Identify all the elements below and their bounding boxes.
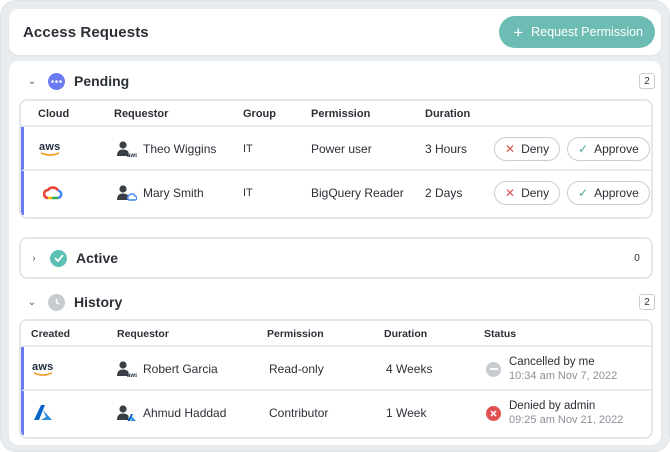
duration-cell: 2 Days xyxy=(425,186,463,200)
col-status: Status xyxy=(484,328,517,340)
col-requestor: Requestor xyxy=(114,108,169,120)
requests-panel: ⌄ Pending 2 Cloud Requestor Group Permis… xyxy=(9,61,661,445)
requestor-cell: Mary Smith xyxy=(117,171,204,215)
history-count-badge: 2 xyxy=(639,294,655,310)
request-permission-label: Request Permission xyxy=(531,25,643,39)
plus-icon: + xyxy=(513,22,524,42)
table-row: aws aws Theo Wiggins IT Power user 3 Hou… xyxy=(21,127,651,171)
pending-icon xyxy=(48,72,65,90)
status-cell: Cancelled by me 10:34 am Nov 7, 2022 xyxy=(486,347,617,391)
requestor-name: Robert Garcia xyxy=(143,362,218,376)
approve-cell: ✓ Approve xyxy=(567,127,650,171)
history-title: History xyxy=(74,294,123,310)
user-azure-icon xyxy=(117,404,137,422)
app-frame: Access Requests + Request Permission ⌄ P… xyxy=(0,0,670,452)
minus-circle-icon xyxy=(486,361,501,377)
col-requestor: Requestor xyxy=(117,328,169,340)
requestor-name: Theo Wiggins xyxy=(143,142,217,156)
col-group: Group xyxy=(243,108,276,120)
duration-cell: 1 Week xyxy=(386,406,427,420)
requestor-cell: Ahmud Haddad xyxy=(117,391,226,435)
deny-button[interactable]: ✕ Deny xyxy=(494,137,561,161)
status-cell: Denied by admin 09:25 am Nov 21, 2022 xyxy=(486,391,623,435)
close-icon: ✕ xyxy=(505,142,516,156)
group-cell: IT xyxy=(243,143,253,155)
status-text: Denied by admin xyxy=(509,400,596,412)
check-icon: ✓ xyxy=(578,186,589,200)
user-aws-icon: aws xyxy=(117,360,139,379)
google-cloud-icon xyxy=(43,171,63,215)
status-text: Cancelled by me xyxy=(509,356,595,368)
requestor-cell: aws Theo Wiggins xyxy=(117,127,216,171)
active-title: Active xyxy=(76,250,119,266)
group-cell: IT xyxy=(243,187,253,199)
page-title: Access Requests xyxy=(23,23,149,41)
x-circle-icon xyxy=(486,405,501,421)
col-permission: Permission xyxy=(267,328,324,340)
chevron-down-icon[interactable]: ⌄ xyxy=(25,76,39,87)
col-permission: Permission xyxy=(311,108,371,120)
header-bar: Access Requests + Request Permission xyxy=(9,9,661,55)
aws-logo-icon: aws xyxy=(39,140,61,156)
deny-cell: ✕ Deny xyxy=(494,127,561,171)
approve-label: Approve xyxy=(594,142,639,156)
permission-cell: Contributor xyxy=(269,406,329,420)
active-check-icon xyxy=(50,249,67,267)
aws-logo-icon: aws xyxy=(32,360,54,376)
deny-button[interactable]: ✕ Deny xyxy=(494,181,561,205)
duration-cell: 4 Weeks xyxy=(386,362,433,376)
col-duration: Duration xyxy=(425,108,471,120)
close-icon: ✕ xyxy=(505,186,516,200)
table-row: Mary Smith IT BigQuery Reader 2 Days ✕ D… xyxy=(21,171,651,215)
col-created: Created xyxy=(31,328,71,340)
pending-count-badge: 2 xyxy=(639,73,655,89)
requestor-name: Ahmud Haddad xyxy=(143,406,227,420)
active-section-header[interactable]: › Active 0 xyxy=(19,237,653,279)
table-row: aws aws Robert Garcia Read-only 4 Weeks xyxy=(21,347,651,391)
pending-table-header: Cloud Requestor Group Permission Duratio… xyxy=(21,101,651,127)
history-table: Created Requestor Permission Duration St… xyxy=(19,319,653,439)
deny-label: Deny xyxy=(521,186,550,200)
user-aws-icon: aws xyxy=(117,140,139,159)
svg-text:aws: aws xyxy=(127,153,137,158)
azure-icon xyxy=(34,391,52,435)
clock-icon xyxy=(48,293,65,311)
approve-label: Approve xyxy=(594,186,639,200)
requestor-cell: aws Robert Garcia xyxy=(117,347,218,391)
chevron-right-icon[interactable]: › xyxy=(27,253,41,264)
request-permission-button[interactable]: + Request Permission xyxy=(499,16,655,48)
deny-cell: ✕ Deny xyxy=(494,171,561,215)
history-section-header[interactable]: ⌄ History 2 xyxy=(9,289,661,315)
status-timestamp: 10:34 am Nov 7, 2022 xyxy=(509,370,618,382)
permission-cell: Read-only xyxy=(269,362,324,376)
requestor-name: Mary Smith xyxy=(143,186,204,200)
pending-table: Cloud Requestor Group Permission Duratio… xyxy=(19,99,653,219)
check-icon: ✓ xyxy=(578,142,589,156)
approve-cell: ✓ Approve xyxy=(567,171,650,215)
col-duration: Duration xyxy=(384,328,428,340)
svg-text:aws: aws xyxy=(127,373,137,378)
approve-button[interactable]: ✓ Approve xyxy=(567,181,650,205)
status-timestamp: 09:25 am Nov 21, 2022 xyxy=(509,414,624,426)
history-table-header: Created Requestor Permission Duration St… xyxy=(21,321,651,347)
active-count-badge: 0 xyxy=(634,252,640,264)
deny-label: Deny xyxy=(521,142,550,156)
permission-cell: Power user xyxy=(311,142,372,156)
user-gcp-icon xyxy=(117,184,138,202)
table-row: Ahmud Haddad Contributor 1 Week Denied b… xyxy=(21,391,651,435)
permission-cell: BigQuery Reader xyxy=(311,186,404,200)
approve-button[interactable]: ✓ Approve xyxy=(567,137,650,161)
col-cloud: Cloud xyxy=(38,108,70,120)
pending-section-header[interactable]: ⌄ Pending 2 xyxy=(9,68,661,94)
pending-title: Pending xyxy=(74,73,130,89)
duration-cell: 3 Hours xyxy=(425,142,468,156)
chevron-down-icon[interactable]: ⌄ xyxy=(25,297,39,308)
